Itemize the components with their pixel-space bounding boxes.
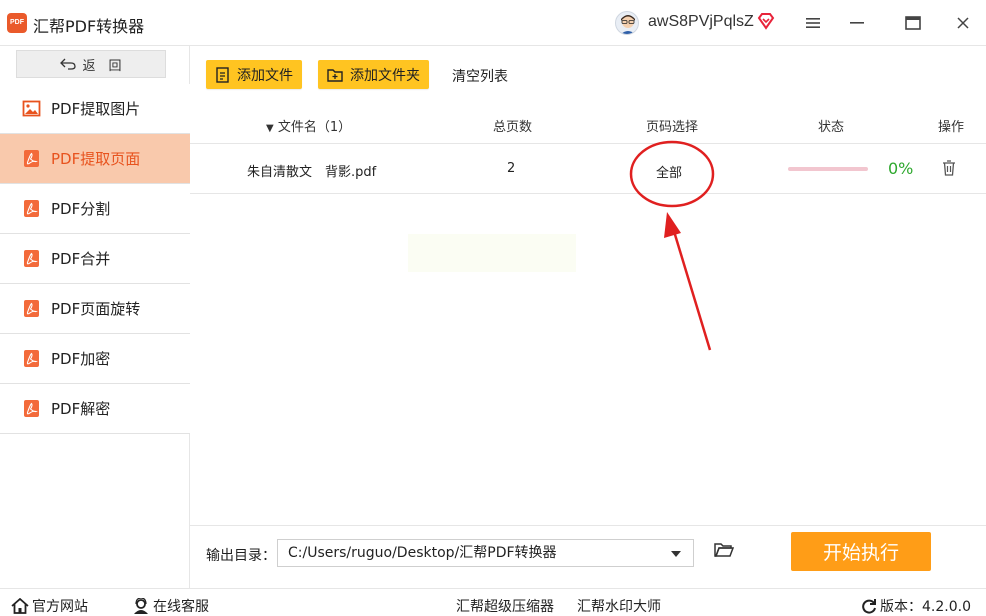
- menu-icon[interactable]: [802, 12, 824, 34]
- filename-header[interactable]: ▼ 文件名（1）: [266, 116, 351, 135]
- sidebar-item-split[interactable]: PDF分割: [0, 184, 190, 234]
- sidebar-item-label: PDF提取页面: [51, 150, 141, 168]
- maximize-icon[interactable]: [902, 12, 924, 34]
- total-pages: 2: [507, 161, 516, 176]
- clear-list-button[interactable]: 清空列表: [452, 66, 508, 86]
- watermark-master-link[interactable]: 汇帮水印大师: [577, 596, 661, 616]
- add-folder-label: 添加文件夹: [350, 67, 420, 84]
- sidebar-item-encrypt[interactable]: PDF加密: [0, 334, 190, 384]
- home-icon: [11, 598, 29, 614]
- footer: 官方网站 在线客服 汇帮超级压缩器 汇帮水印大师 版本：4.2.0.0: [0, 588, 986, 616]
- sidebar-item-decrypt[interactable]: PDF解密: [0, 384, 190, 434]
- chevron-down-icon: [671, 551, 681, 557]
- file-name: 朱自清散文 背影.pdf: [247, 165, 377, 180]
- back-button[interactable]: 返 回: [16, 50, 166, 78]
- online-support-link[interactable]: 在线客服: [132, 596, 209, 616]
- sidebar-item-rotate[interactable]: PDF页面旋转: [0, 284, 190, 334]
- official-website-label: 官方网站: [32, 599, 88, 615]
- sidebar-item-label: PDF加密: [51, 350, 111, 368]
- version-label: 版本：4.2.0.0: [880, 599, 971, 615]
- sidebar-item-merge[interactable]: PDF合并: [0, 234, 190, 284]
- table-row[interactable]: 朱自清散文 背影.pdf 2 全部 0%: [190, 144, 986, 194]
- pdf-icon: [24, 300, 39, 317]
- delete-icon[interactable]: [942, 160, 956, 180]
- add-folder-button[interactable]: 添加文件夹: [318, 60, 429, 89]
- minimize-icon[interactable]: [846, 12, 868, 34]
- status-header: 状态: [818, 120, 845, 135]
- title-bar: PDF 汇帮PDF转换器 awS8PVjPqlsZ: [0, 0, 986, 46]
- pdf-icon: [24, 250, 39, 267]
- filename-header-label: 文件名（1）: [277, 120, 352, 135]
- output-bar: 输出目录： C:/Users/ruguo/Desktop/汇帮PDF转换器 开始…: [190, 525, 986, 588]
- app-logo: PDF: [7, 13, 27, 33]
- official-website-link[interactable]: 官方网站: [11, 596, 88, 616]
- sidebar-item-label: PDF合并: [51, 250, 111, 268]
- add-file-icon: [216, 66, 229, 83]
- compressor-link[interactable]: 汇帮超级压缩器: [456, 596, 554, 616]
- sidebar-item-extract-pages[interactable]: PDF提取页面: [0, 134, 190, 184]
- open-folder-icon[interactable]: [714, 542, 735, 562]
- page-select-value[interactable]: 全部: [656, 162, 682, 181]
- action-header: 操作: [938, 120, 965, 135]
- vip-diamond-icon[interactable]: [757, 12, 775, 30]
- start-button[interactable]: 开始执行: [791, 532, 931, 571]
- progress-bar: [788, 167, 868, 171]
- output-dir-select[interactable]: C:/Users/ruguo/Desktop/汇帮PDF转换器: [277, 539, 694, 567]
- pages-header: 总页数: [493, 120, 533, 135]
- online-support-label: 在线客服: [153, 599, 209, 615]
- pdf-icon: [24, 350, 39, 367]
- image-icon: [22, 100, 41, 117]
- faint-watermark: [408, 234, 576, 272]
- sidebar: 返 回 PDF提取图片 PDF提取页面 PDF分割 PDF合并 PDF页面旋转 …: [0, 46, 190, 588]
- output-dir-label: 输出目录：: [206, 548, 276, 564]
- page-select-header: 页码选择: [646, 120, 699, 135]
- back-arrow-icon: [60, 58, 77, 70]
- annotation-arrowhead: [664, 212, 681, 238]
- app-title: 汇帮PDF转换器: [33, 17, 145, 36]
- sidebar-item-extract-images[interactable]: PDF提取图片: [0, 84, 190, 134]
- add-file-label: 添加文件: [237, 67, 293, 84]
- toolbar: 添加文件 添加文件夹 清空列表: [190, 46, 986, 102]
- pdf-icon: [24, 200, 39, 217]
- output-dir-path: C:/Users/ruguo/Desktop/汇帮PDF转换器: [288, 545, 557, 561]
- sidebar-nav: PDF提取图片 PDF提取页面 PDF分割 PDF合并 PDF页面旋转 PDF加…: [0, 84, 190, 434]
- sidebar-item-label: PDF分割: [51, 200, 111, 218]
- annotation-arrow-line: [671, 227, 712, 351]
- support-agent-icon: [134, 598, 148, 614]
- sidebar-item-label: PDF解密: [51, 400, 111, 418]
- add-folder-icon: [327, 68, 343, 82]
- add-file-button[interactable]: 添加文件: [206, 60, 302, 89]
- pdf-icon: [24, 400, 39, 417]
- sidebar-item-label: PDF页面旋转: [51, 300, 141, 318]
- username[interactable]: awS8PVjPqlsZ: [648, 13, 754, 31]
- sidebar-item-label: PDF提取图片: [51, 100, 141, 118]
- pdf-icon: [24, 150, 39, 167]
- progress-percent: 0%: [888, 159, 914, 178]
- refresh-icon: [862, 599, 876, 614]
- avatar[interactable]: [615, 11, 639, 35]
- version-info[interactable]: 版本：4.2.0.0: [861, 596, 971, 616]
- back-label: 返 回: [82, 58, 122, 74]
- sort-down-icon: ▼: [266, 123, 274, 134]
- close-icon[interactable]: [952, 12, 974, 34]
- table-header: ▼ 文件名（1） 总页数 页码选择 状态 操作: [190, 102, 986, 144]
